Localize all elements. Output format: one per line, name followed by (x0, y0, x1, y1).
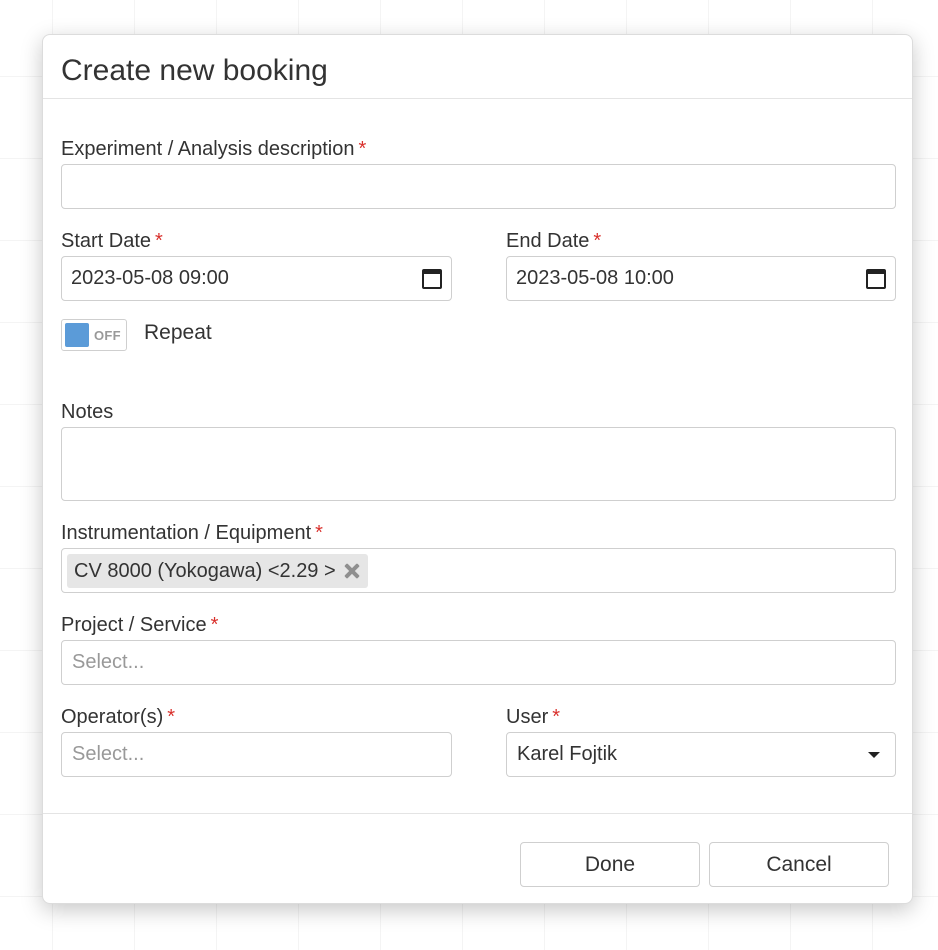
dialog-header: Create new booking (43, 35, 912, 99)
footer-divider (43, 813, 912, 814)
instrumentation-multiselect[interactable]: CV 8000 (Yokogawa) <2.29 > (61, 548, 896, 593)
operators-select[interactable]: Select... (61, 732, 452, 777)
operators-placeholder: Select... (72, 743, 145, 765)
start-date-input[interactable]: 2023-05-08 09:00 (61, 256, 452, 301)
calendar-icon[interactable] (866, 268, 886, 289)
dialog-title: Create new booking (61, 54, 328, 87)
instrumentation-label-text: Instrumentation / Equipment (61, 522, 312, 544)
chevron-down-icon[interactable] (868, 751, 880, 758)
cancel-button[interactable]: Cancel (709, 842, 889, 887)
notes-label: Notes (61, 400, 113, 424)
required-marker: * (315, 522, 323, 544)
toggle-knob (65, 323, 89, 347)
done-button[interactable]: Done (520, 842, 700, 887)
notes-textarea[interactable] (61, 427, 896, 501)
project-placeholder: Select... (72, 651, 145, 673)
required-marker: * (210, 614, 219, 636)
start-date-label-text: Start Date (61, 230, 152, 252)
description-input[interactable] (61, 164, 896, 209)
end-date-value: 2023-05-08 10:00 (516, 267, 674, 289)
user-label-text: User (506, 706, 549, 728)
remove-tag-icon[interactable] (342, 561, 362, 581)
project-label: Project / Service * (61, 613, 218, 637)
operators-label: Operator(s) * (61, 705, 175, 729)
user-value: Karel Fojtik (517, 743, 618, 765)
project-select[interactable]: Select... (61, 640, 896, 685)
end-date-label-text: End Date (506, 230, 590, 252)
required-marker: * (593, 230, 602, 252)
project-label-text: Project / Service (61, 614, 207, 636)
end-date-label: End Date * (506, 229, 601, 253)
user-label: User * (506, 705, 560, 729)
operators-label-text: Operator(s) (61, 706, 164, 728)
repeat-label: Repeat (144, 321, 212, 344)
toggle-state-text: OFF (94, 327, 121, 343)
create-booking-dialog: Create new booking Experiment / Analysis… (42, 34, 913, 904)
selected-instrument-label: CV 8000 (Yokogawa) <2.29 > (74, 559, 336, 582)
start-date-value: 2023-05-08 09:00 (71, 267, 229, 289)
required-marker: * (358, 138, 367, 160)
required-marker: * (552, 706, 561, 728)
description-label-text: Experiment / Analysis description (61, 138, 355, 160)
user-select[interactable]: Karel Fojtik (506, 732, 896, 777)
instrumentation-label: Instrumentation / Equipment * (61, 521, 323, 545)
required-marker: * (155, 230, 163, 252)
notes-label-text: Notes (61, 401, 114, 423)
start-date-label: Start Date * (61, 229, 163, 253)
description-label: Experiment / Analysis description * (61, 137, 366, 161)
repeat-toggle[interactable]: OFF (61, 319, 127, 351)
calendar-icon[interactable] (422, 268, 442, 289)
selected-instrument-tag: CV 8000 (Yokogawa) <2.29 > (67, 554, 368, 588)
required-marker: * (167, 706, 176, 728)
end-date-input[interactable]: 2023-05-08 10:00 (506, 256, 896, 301)
